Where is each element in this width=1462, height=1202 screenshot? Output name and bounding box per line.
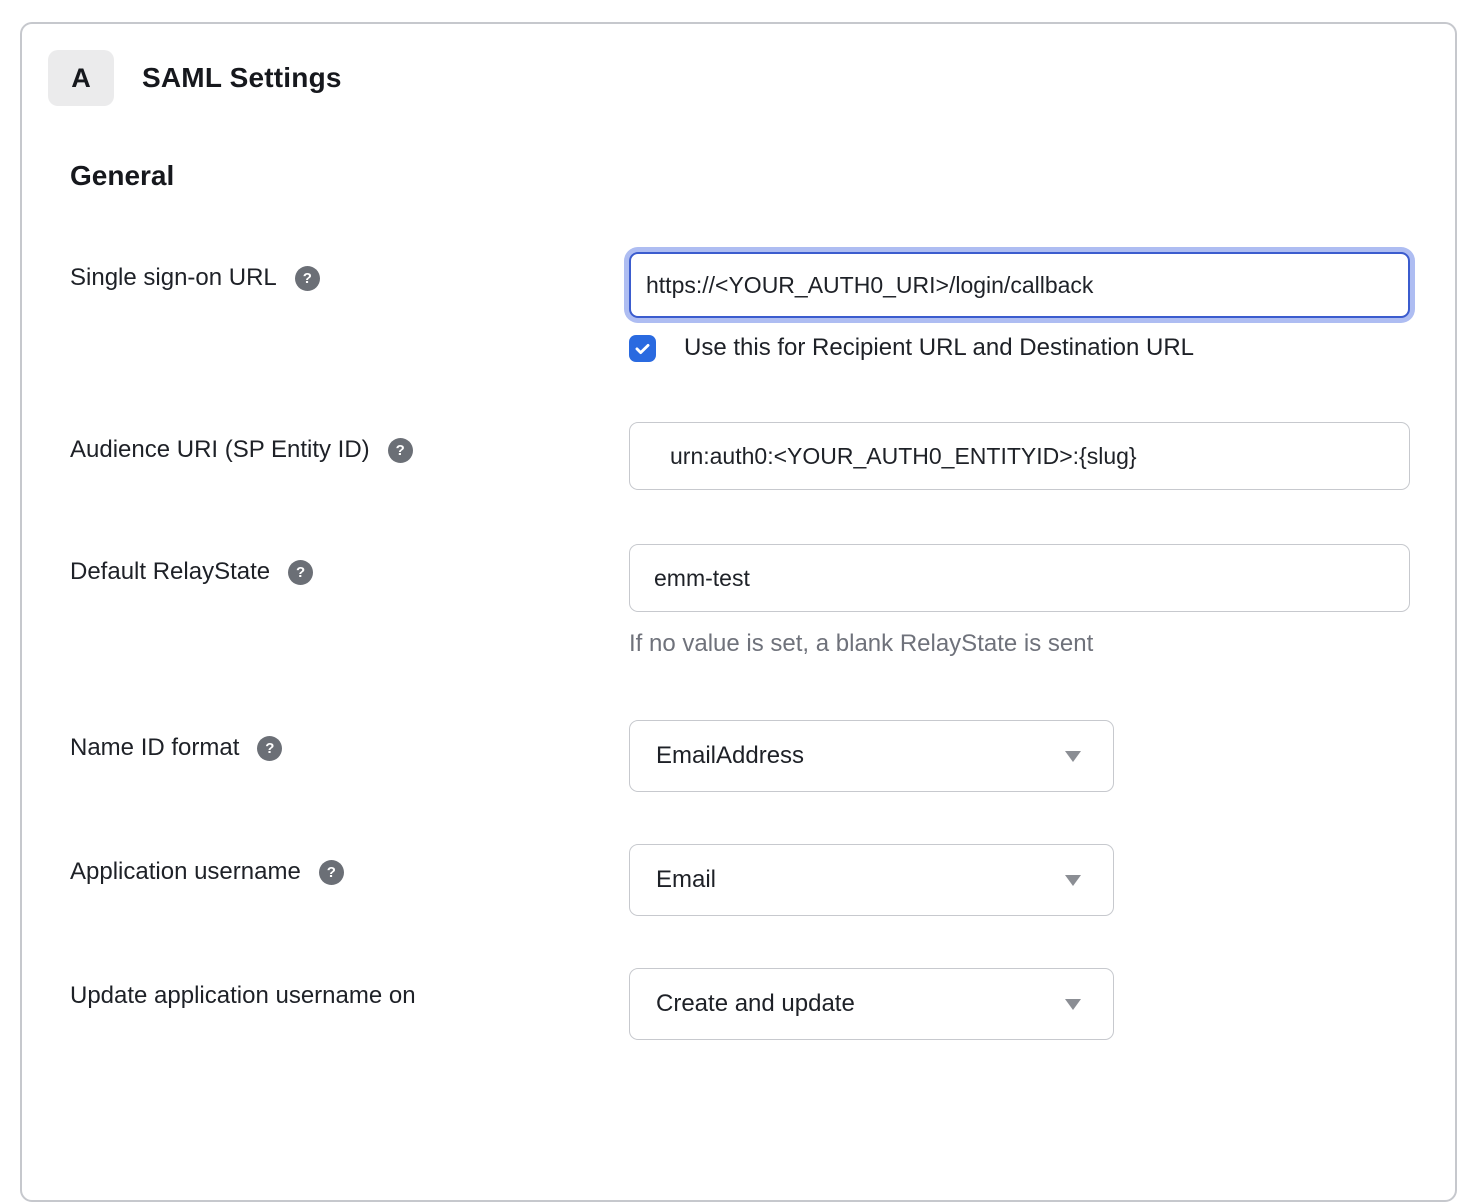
chevron-down-icon bbox=[1065, 999, 1081, 1010]
update-application-username-label: Update application username on bbox=[70, 982, 416, 1010]
label-col: Single sign-on URL ? bbox=[70, 250, 629, 292]
form-row-single-sign-on-url: Single sign-on URL ? Use this for Recipi… bbox=[22, 250, 1455, 362]
saml-settings-panel: A SAML Settings General Single sign-on U… bbox=[20, 22, 1457, 1202]
recipient-url-checkbox[interactable] bbox=[629, 335, 656, 362]
field-col bbox=[629, 422, 1410, 490]
relaystate-helper-text: If no value is set, a blank RelayState i… bbox=[629, 630, 1410, 658]
field-col: Email bbox=[629, 844, 1114, 916]
help-icon[interactable]: ? bbox=[319, 860, 344, 885]
form-row-default-relaystate: Default RelayState ? If no value is set,… bbox=[22, 544, 1455, 658]
application-username-dropdown[interactable]: Email bbox=[629, 844, 1114, 916]
help-icon[interactable]: ? bbox=[295, 266, 320, 291]
help-icon[interactable]: ? bbox=[388, 438, 413, 463]
field-col: If no value is set, a blank RelayState i… bbox=[629, 544, 1410, 658]
audience-uri-input[interactable] bbox=[629, 422, 1410, 490]
field-col: Use this for Recipient URL and Destinati… bbox=[629, 250, 1410, 362]
checkmark-icon bbox=[633, 339, 652, 358]
update-application-username-dropdown[interactable]: Create and update bbox=[629, 968, 1114, 1040]
label-col: Application username ? bbox=[70, 844, 629, 886]
recipient-url-checkbox-label: Use this for Recipient URL and Destinati… bbox=[684, 334, 1194, 362]
help-icon[interactable]: ? bbox=[257, 736, 282, 761]
single-sign-on-url-label: Single sign-on URL bbox=[70, 264, 277, 292]
label-col: Update application username on bbox=[70, 968, 629, 1010]
default-relaystate-input[interactable] bbox=[629, 544, 1410, 612]
step-badge: A bbox=[48, 50, 114, 106]
audience-uri-label: Audience URI (SP Entity ID) bbox=[70, 436, 370, 464]
saml-settings-form: Single sign-on URL ? Use this for Recipi… bbox=[22, 250, 1455, 1040]
recipient-url-checkbox-row: Use this for Recipient URL and Destinati… bbox=[629, 334, 1410, 362]
form-row-application-username: Application username ? Email bbox=[22, 844, 1455, 916]
label-col: Audience URI (SP Entity ID) ? bbox=[70, 422, 629, 464]
single-sign-on-url-input[interactable] bbox=[629, 252, 1410, 318]
chevron-down-icon bbox=[1065, 751, 1081, 762]
label-col: Default RelayState ? bbox=[70, 544, 629, 586]
field-col: Create and update bbox=[629, 968, 1114, 1040]
panel-header: A SAML Settings bbox=[48, 50, 1455, 106]
page-title: SAML Settings bbox=[142, 62, 342, 94]
application-username-value: Email bbox=[656, 866, 1065, 894]
form-row-audience-uri: Audience URI (SP Entity ID) ? bbox=[22, 422, 1455, 490]
form-row-name-id-format: Name ID format ? EmailAddress bbox=[22, 720, 1455, 792]
step-badge-label: A bbox=[71, 63, 91, 94]
application-username-label: Application username bbox=[70, 858, 301, 886]
form-row-update-application-username: Update application username on Create an… bbox=[22, 968, 1455, 1040]
label-col: Name ID format ? bbox=[70, 720, 629, 762]
name-id-format-label: Name ID format bbox=[70, 734, 239, 762]
name-id-format-dropdown[interactable]: EmailAddress bbox=[629, 720, 1114, 792]
name-id-format-value: EmailAddress bbox=[656, 742, 1065, 770]
help-icon[interactable]: ? bbox=[288, 560, 313, 585]
chevron-down-icon bbox=[1065, 875, 1081, 886]
update-application-username-value: Create and update bbox=[656, 990, 1065, 1018]
section-heading-general: General bbox=[70, 160, 1455, 192]
default-relaystate-label: Default RelayState bbox=[70, 558, 270, 586]
field-col: EmailAddress bbox=[629, 720, 1114, 792]
